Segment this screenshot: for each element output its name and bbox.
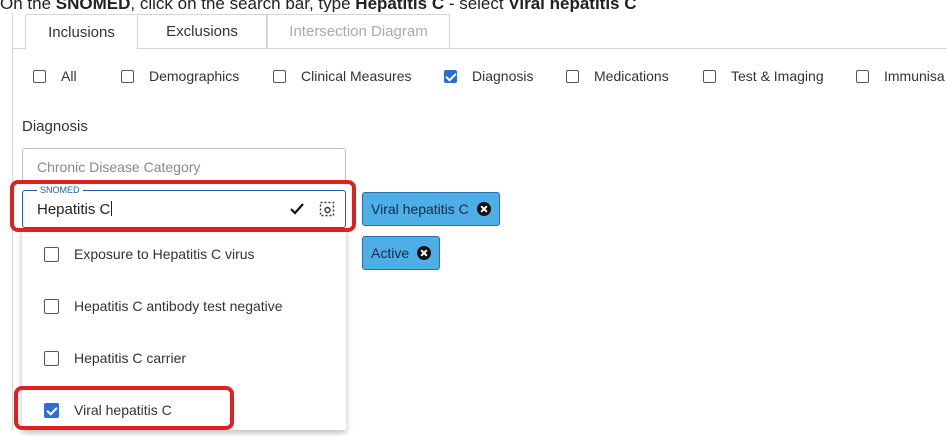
- checkbox-immunisations[interactable]: Immunisa: [856, 68, 945, 84]
- checkbox-test-imaging[interactable]: Test & Imaging: [703, 68, 824, 84]
- dropdown-option[interactable]: Hepatitis C carrier: [22, 332, 346, 384]
- checkbox-label: Demographics: [149, 68, 240, 84]
- tab-exclusions[interactable]: Exclusions: [137, 14, 267, 48]
- checkbox-label: Immunisa: [884, 68, 945, 84]
- checkbox-box[interactable]: [121, 69, 134, 83]
- instruction-text: On the SNOMED, click on the search bar, …: [0, 0, 637, 13]
- option-checkbox[interactable]: [44, 350, 59, 366]
- option-checkbox[interactable]: [44, 298, 59, 314]
- checkbox-demographics[interactable]: Demographics: [121, 68, 239, 84]
- option-label: Exposure to Hepatitis C virus: [74, 246, 255, 262]
- tab-bar: Inclusions Exclusions Intersection Diagr…: [12, 12, 947, 50]
- checkbox-box[interactable]: [273, 69, 286, 83]
- checkbox-all[interactable]: All: [33, 68, 77, 84]
- tab-inclusions[interactable]: Inclusions: [25, 14, 138, 50]
- highlight-viral-hepatitis-option: [14, 386, 234, 430]
- tab-intersection-diagram[interactable]: Intersection Diagram: [267, 14, 450, 48]
- dropdown-option[interactable]: Exposure to Hepatitis C virus: [22, 228, 346, 280]
- checkbox-label: Medications: [594, 68, 669, 84]
- option-checkbox[interactable]: [44, 246, 59, 262]
- checkbox-label: All: [61, 68, 77, 84]
- selected-chip-viral-hepatitis-c: Viral hepatitis C: [362, 192, 500, 226]
- checkbox-diagnosis[interactable]: Diagnosis: [444, 68, 533, 84]
- checkbox-clinical-measures[interactable]: Clinical Measures: [273, 68, 411, 84]
- section-title-diagnosis: Diagnosis: [22, 118, 88, 135]
- checkbox-medications[interactable]: Medications: [566, 68, 669, 84]
- chip-label: Active: [371, 245, 410, 261]
- dropdown-option[interactable]: Hepatitis C antibody test negative: [22, 280, 346, 332]
- checkbox-label: Clinical Measures: [301, 68, 412, 84]
- checkbox-box[interactable]: [444, 69, 457, 83]
- option-label: Hepatitis C carrier: [74, 350, 187, 366]
- remove-chip-icon[interactable]: [417, 246, 432, 260]
- checkbox-box[interactable]: [856, 69, 869, 83]
- checkbox-box[interactable]: [566, 69, 579, 83]
- chip-label: Viral hepatitis C: [371, 201, 469, 217]
- highlight-snomed-search: [10, 180, 356, 232]
- checkbox-label: Diagnosis: [472, 68, 534, 84]
- remove-chip-icon[interactable]: [476, 202, 491, 216]
- option-label: Hepatitis C antibody test negative: [74, 298, 283, 314]
- chronic-disease-category-field[interactable]: Chronic Disease Category: [22, 148, 346, 184]
- checkbox-box[interactable]: [33, 69, 46, 83]
- checkbox-label: Test & Imaging: [731, 68, 824, 84]
- checkbox-box[interactable]: [703, 69, 716, 83]
- selected-chip-active: Active: [362, 236, 441, 270]
